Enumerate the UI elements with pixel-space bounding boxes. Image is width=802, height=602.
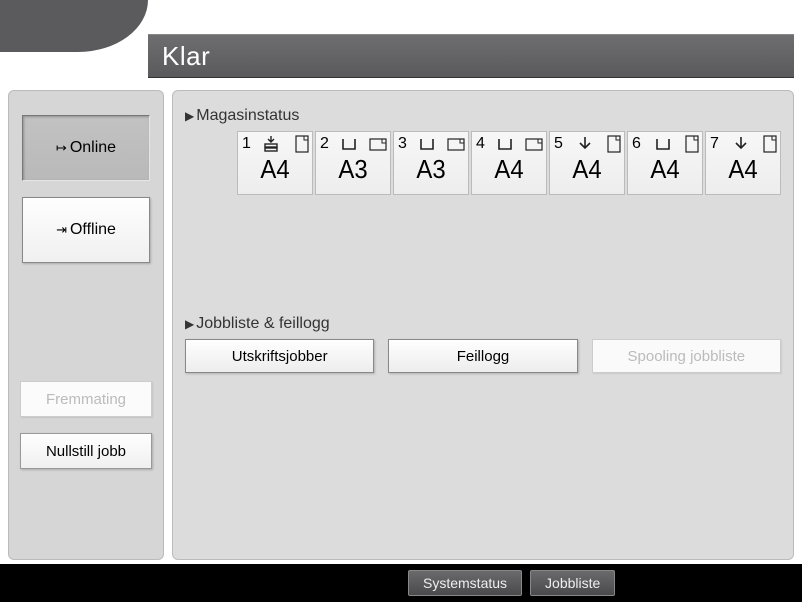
page-title: Klar (162, 41, 210, 72)
tray-number: 3 (398, 135, 407, 153)
tray-number: 1 (242, 135, 251, 153)
tray-paper-size: A4 (631, 154, 699, 194)
online-label: Online (70, 139, 116, 157)
paper-orientation-icon (525, 136, 543, 152)
tray-tile-2[interactable]: 2A3 (315, 131, 391, 195)
tray-number: 2 (320, 135, 329, 153)
job-list-button[interactable]: Jobbliste (530, 570, 615, 596)
tray-paper-size: A3 (319, 154, 387, 194)
tray-tile-5[interactable]: 5A4 (549, 131, 625, 195)
header-curve (0, 0, 148, 52)
tray-number: 6 (632, 135, 641, 153)
paper-orientation-icon (295, 135, 309, 153)
tray-number: 5 (554, 135, 563, 153)
tray-number: 7 (710, 135, 719, 153)
tray-tile-6[interactable]: 6A4 (627, 131, 703, 195)
triangle-icon: ▶ (185, 317, 194, 331)
title-bar: Klar (148, 34, 794, 78)
tray-status-header: ▶ Magasinstatus (185, 107, 781, 125)
jobs-label: Jobbliste & feillogg (196, 315, 329, 333)
error-log-button[interactable]: Feillogg (388, 339, 577, 373)
tray-row: 1A42A33A34A45A46A47A4 (237, 131, 781, 195)
triangle-icon: ▶ (185, 109, 194, 123)
reset-job-label: Nullstill jobb (46, 443, 126, 460)
tray-paper-size: A4 (475, 154, 543, 194)
offline-label: Offline (70, 221, 116, 239)
paper-orientation-icon (369, 136, 387, 152)
online-button[interactable]: ↦ Online (22, 115, 150, 181)
tray-paper-size: A4 (709, 154, 777, 194)
reset-job-button[interactable]: Nullstill jobb (20, 433, 152, 469)
tray-paper-size: A3 (397, 154, 465, 194)
paper-level-icon (339, 135, 359, 153)
tray-paper-size: A4 (553, 154, 621, 194)
tray-number: 4 (476, 135, 485, 153)
offline-arrow-icon: ⇥ (56, 222, 67, 238)
system-status-label: Systemstatus (423, 575, 507, 591)
paper-orientation-icon (447, 136, 465, 152)
print-jobs-label: Utskriftsjobber (232, 348, 328, 365)
form-feed-label: Fremmating (46, 391, 126, 408)
tray-tile-7[interactable]: 7A4 (705, 131, 781, 195)
online-arrow-icon: ↦ (56, 140, 67, 156)
sidebar: ↦ Online ⇥ Offline Fremmating Nullstill … (8, 90, 164, 560)
tray-paper-size: A4 (241, 154, 309, 194)
paper-level-icon (263, 135, 283, 153)
system-status-button[interactable]: Systemstatus (408, 570, 522, 596)
form-feed-button: Fremmating (20, 381, 152, 417)
paper-level-icon (495, 135, 515, 153)
main-panel: ▶ Magasinstatus 1A42A33A34A45A46A47A4 ▶ … (172, 90, 794, 560)
paper-orientation-icon (763, 135, 777, 153)
tray-tile-3[interactable]: 3A3 (393, 131, 469, 195)
paper-orientation-icon (685, 135, 699, 153)
spooling-button: Spooling jobbliste (592, 339, 781, 373)
job-list-label: Jobbliste (545, 575, 600, 591)
paper-orientation-icon (607, 135, 621, 153)
paper-level-icon (575, 135, 595, 153)
tray-tile-1[interactable]: 1A4 (237, 131, 313, 195)
bottom-bar: Systemstatus Jobbliste (0, 564, 802, 602)
paper-level-icon (653, 135, 673, 153)
print-jobs-button[interactable]: Utskriftsjobber (185, 339, 374, 373)
jobs-header: ▶ Jobbliste & feillogg (185, 315, 781, 333)
paper-level-icon (417, 135, 437, 153)
tray-tile-4[interactable]: 4A4 (471, 131, 547, 195)
paper-level-icon (731, 135, 751, 153)
tray-status-label: Magasinstatus (196, 107, 299, 125)
offline-button[interactable]: ⇥ Offline (22, 197, 150, 263)
job-button-row: Utskriftsjobber Feillogg Spooling jobbli… (185, 339, 781, 373)
error-log-label: Feillogg (457, 348, 510, 365)
spooling-label: Spooling jobbliste (628, 348, 746, 365)
